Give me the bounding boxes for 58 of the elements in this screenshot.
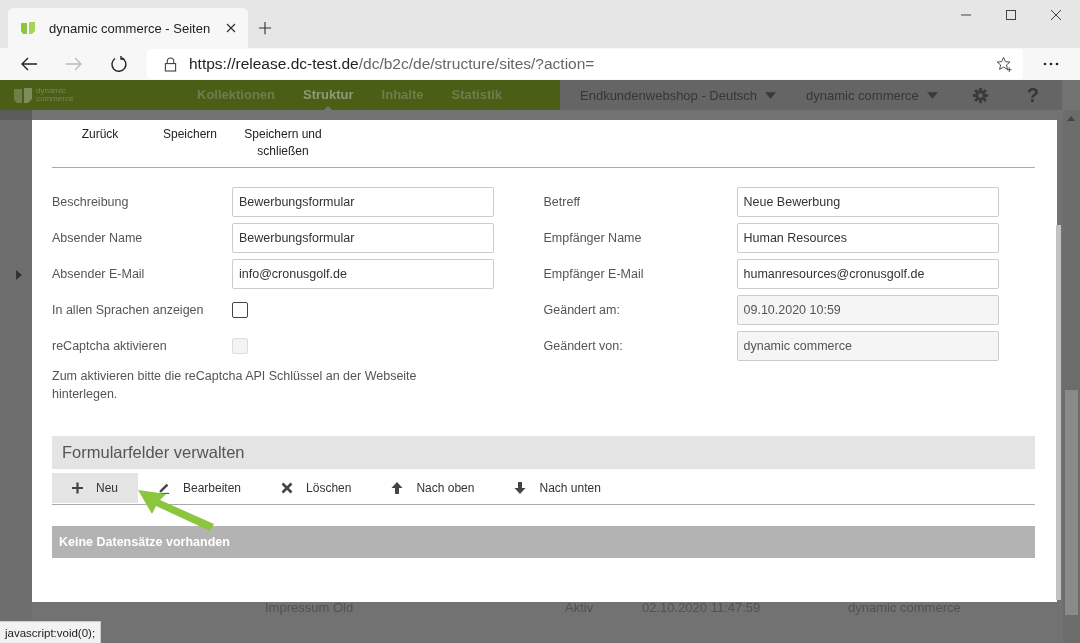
refresh-icon[interactable] [110, 55, 128, 73]
toolbar-button[interactable]: Speichern und schließen [239, 120, 327, 160]
hint-text: Zum aktivieren bitte die reCaptcha API Schlüssel an der Webseite hinterlegen. [52, 368, 418, 403]
arrow-up-icon [391, 482, 404, 494]
scrollbar[interactable] [1063, 110, 1080, 643]
input-field[interactable]: humanresources@cronusgolf.de [736, 259, 999, 289]
lock-icon [164, 56, 177, 72]
action-button[interactable]: Nach oben [371, 473, 495, 503]
checkbox[interactable] [232, 302, 248, 318]
logo-text: dynamic commerce [36, 87, 74, 103]
toolbar-button[interactable]: Speichern [145, 120, 235, 143]
cross-icon [281, 482, 294, 494]
scroll-up-icon[interactable] [1067, 116, 1075, 121]
toolbar-button[interactable]: Zurück [55, 120, 145, 143]
field-label: Absender Name [52, 231, 144, 245]
logo-icon [13, 85, 33, 105]
field-label: Empfänger E-Mail [543, 267, 645, 281]
address-bar[interactable]: https://release.dc-test.de/dc/b2c/de/structure/sites/?action= [147, 49, 1023, 79]
input-field[interactable]: Bewerbungsformular [232, 187, 494, 217]
input-field[interactable]: info@cronusgolf.de [232, 259, 494, 289]
empty-message: Keine Datensätze vorhanden [59, 535, 230, 549]
field-label: Geändert von: [543, 339, 624, 353]
scrollbar-thumb[interactable] [1065, 390, 1078, 615]
scrollbar-thumb[interactable] [1056, 225, 1061, 600]
field-label: Empfänger Name [543, 231, 643, 245]
section-title: Formularfelder verwalten [62, 443, 245, 462]
more-icon[interactable] [1043, 62, 1059, 66]
arrow-down-icon [514, 482, 527, 494]
input-field[interactable]: 09.10.2020 10:59 [736, 295, 999, 325]
forward-icon[interactable] [65, 55, 83, 73]
browser-tab[interactable]: dynamic commerce - Seiten [8, 8, 248, 48]
input-field[interactable]: Bewerbungsformular [232, 223, 494, 253]
logo-icon [20, 20, 36, 36]
plus-icon [72, 482, 83, 494]
field-label: Beschreibung [52, 195, 130, 209]
action-button[interactable]: Löschen [261, 473, 372, 503]
url-text: https://release.dc-test.de/dc/b2c/de/structure/sites/?action= [189, 55, 596, 73]
field-label: Absender E-Mail [52, 267, 146, 281]
input-field[interactable]: Human Resources [736, 223, 999, 253]
input-field[interactable]: Neue Bewerbung [736, 187, 999, 217]
field-label: Geändert am: [543, 303, 621, 317]
caret-icon [765, 91, 777, 99]
close-icon[interactable] [226, 23, 236, 33]
action-button[interactable]: Nach unten [494, 473, 621, 503]
maximize-icon[interactable] [1005, 9, 1017, 21]
close-icon[interactable] [1050, 9, 1062, 21]
expand-icon[interactable] [16, 270, 22, 280]
field-label: Betreff [543, 195, 582, 209]
action-button[interactable]: Neu [52, 473, 138, 503]
plus-icon[interactable] [258, 21, 272, 35]
status-text: javascript:void(0); [5, 626, 96, 639]
star-icon[interactable] [996, 55, 1013, 73]
back-icon[interactable] [20, 55, 38, 73]
input-field[interactable]: dynamic commerce [736, 331, 999, 361]
caret-icon [926, 91, 938, 99]
tab-title: dynamic commerce - Seiten [49, 20, 212, 36]
field-label: reCaptcha aktivieren [52, 339, 168, 353]
field-label: In allen Sprachen anzeigen [52, 303, 205, 317]
